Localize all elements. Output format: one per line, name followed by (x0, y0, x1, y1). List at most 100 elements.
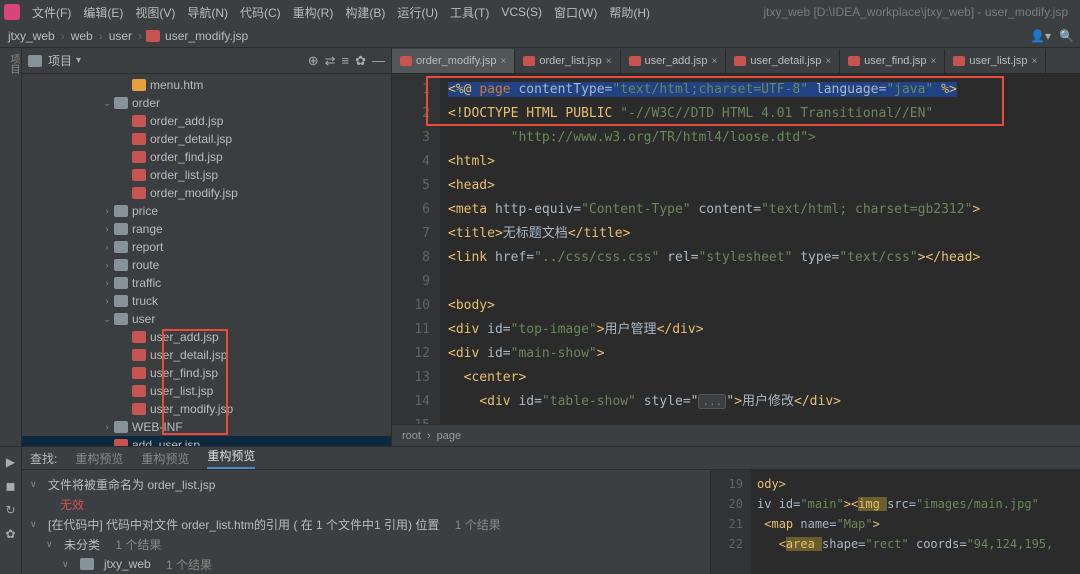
refresh-icon[interactable]: ↻ (5, 503, 15, 517)
tree-item-order_detail-jsp[interactable]: order_detail.jsp (22, 130, 391, 148)
tree-item-user_find-jsp[interactable]: user_find.jsp (22, 364, 391, 382)
jsp-icon (132, 187, 146, 199)
menu-code[interactable]: 代码(C) (234, 4, 287, 21)
menu-window[interactable]: 窗口(W) (548, 4, 603, 21)
tree-item-price[interactable]: ›price (22, 202, 391, 220)
editor-tab-user_find-jsp[interactable]: user_find.jsp× (840, 49, 945, 73)
gear-icon[interactable]: ✿ (5, 527, 15, 541)
editor-tab-user_add-jsp[interactable]: user_add.jsp× (621, 49, 727, 73)
menu-help[interactable]: 帮助(H) (603, 4, 656, 21)
user-icon[interactable]: 👤▾ (1030, 29, 1051, 43)
editor-tab-order_modify-jsp[interactable]: order_modify.jsp× (392, 49, 515, 73)
tree-item-user_list-jsp[interactable]: user_list.jsp (22, 382, 391, 400)
preview-code[interactable]: ody> iv id="main"><img src="images/main.… (751, 470, 1080, 574)
close-icon[interactable]: × (606, 56, 612, 67)
jsp-file-icon (953, 56, 965, 66)
editor-tab-user_detail-jsp[interactable]: user_detail.jsp× (726, 49, 840, 73)
collapse-icon[interactable]: ≡ (342, 53, 350, 69)
close-icon[interactable]: × (1031, 56, 1037, 67)
refactor-preview-list[interactable]: ∨文件将被重命名为 order_list.jsp 无效 ∨[在代码中] 代码中对… (22, 470, 710, 574)
close-icon[interactable]: × (501, 56, 507, 67)
tree-item-truck[interactable]: ›truck (22, 292, 391, 310)
collapse-icon[interactable]: ∨ (30, 519, 42, 530)
menu-tools[interactable]: 工具(T) (444, 4, 495, 21)
expand-icon[interactable]: ⇄ (325, 53, 336, 69)
crumb-web[interactable]: web (69, 29, 95, 43)
tree-item-user[interactable]: ⌄user (22, 310, 391, 328)
tool-window-stripe-left[interactable]: 项目 (0, 48, 22, 446)
menu-file[interactable]: 文件(F) (26, 4, 77, 21)
folder-icon (114, 421, 128, 433)
tree-item-traffic[interactable]: ›traffic (22, 274, 391, 292)
crumb-root-code[interactable]: root (402, 430, 421, 442)
hide-icon[interactable]: — (372, 53, 385, 69)
refactor-tab-2[interactable]: 重构预览 (141, 450, 189, 467)
collapse-icon[interactable]: ∨ (46, 539, 58, 550)
menu-vcs[interactable]: VCS(S) (495, 5, 548, 19)
line-gutter: 123456789101112131415 (392, 74, 440, 424)
menu-view[interactable]: 视图(V) (129, 4, 181, 21)
project-tree[interactable]: menu.htm⌄orderorder_add.jsporder_detail.… (22, 74, 391, 446)
tree-item-order_find-jsp[interactable]: order_find.jsp (22, 148, 391, 166)
tree-item-order_add-jsp[interactable]: order_add.jsp (22, 112, 391, 130)
refactor-tab-3[interactable]: 重构预览 (207, 447, 255, 469)
close-icon[interactable]: × (712, 56, 718, 67)
proj-label[interactable]: jtxy_web (104, 557, 151, 571)
tree-item-user_add-jsp[interactable]: user_add.jsp (22, 328, 391, 346)
crumb-user[interactable]: user (107, 29, 134, 43)
folder-icon (80, 558, 94, 570)
menu-build[interactable]: 构建(B) (339, 4, 391, 21)
tree-item-WEB-INF[interactable]: ›WEB-INF (22, 418, 391, 436)
jsp-icon (132, 115, 146, 127)
tree-item-route[interactable]: ›route (22, 256, 391, 274)
jsp-icon (114, 439, 128, 446)
menu-nav[interactable]: 导航(N) (181, 4, 234, 21)
breadcrumb: jtxy_web › web › user › user_modify.jsp … (0, 24, 1080, 48)
refactor-tab-1[interactable]: 重构预览 (75, 450, 123, 467)
run-icon[interactable]: ▶ (6, 455, 15, 469)
folder-icon (114, 295, 128, 307)
tree-item-menu-htm[interactable]: menu.htm (22, 76, 391, 94)
uncat-label[interactable]: 未分类 (64, 536, 100, 553)
bottom-tool-stripe: ▶ ◼ ↻ ✿ (0, 447, 22, 574)
jsp-icon (132, 151, 146, 163)
stop-icon[interactable]: ◼ (6, 479, 16, 493)
tree-item-user_detail-jsp[interactable]: user_detail.jsp (22, 346, 391, 364)
collapse-icon[interactable]: ∨ (62, 559, 74, 570)
menu-edit[interactable]: 编辑(E) (77, 4, 129, 21)
preview-code-pane: 19202122 ody> iv id="main"><img src="ima… (710, 470, 1080, 574)
menubar: 文件(F) 编辑(E) 视图(V) 导航(N) 代码(C) 重构(R) 构建(B… (0, 0, 1080, 24)
search-icon[interactable]: 🔍 (1059, 29, 1074, 43)
folder-icon (114, 205, 128, 217)
crumb-root[interactable]: jtxy_web (6, 29, 57, 43)
code-area[interactable]: <%@ page contentType="text/html;charset=… (440, 74, 1080, 424)
toolbar-right-icons: 👤▾ 🔍 (1030, 29, 1074, 43)
folder-icon (114, 277, 128, 289)
tree-item-add_user-jsp[interactable]: add_user.jsp (22, 436, 391, 446)
collapse-icon[interactable]: ∨ (30, 479, 42, 490)
tree-item-user_modify-jsp[interactable]: user_modify.jsp (22, 400, 391, 418)
project-header-title[interactable]: 项目 (48, 52, 72, 69)
editor-tab-order_list-jsp[interactable]: order_list.jsp× (515, 49, 620, 73)
chevron-down-icon[interactable]: ▾ (76, 55, 81, 66)
tree-item-report[interactable]: ›report (22, 238, 391, 256)
gear-icon[interactable]: ✿ (355, 53, 366, 69)
editor-tab-user_list-jsp[interactable]: user_list.jsp× (945, 49, 1046, 73)
tree-item-range[interactable]: ›range (22, 220, 391, 238)
tree-item-order_modify-jsp[interactable]: order_modify.jsp (22, 184, 391, 202)
menu-run[interactable]: 运行(U) (391, 4, 444, 21)
crumb-page-code[interactable]: page (437, 430, 461, 442)
crumb-file[interactable]: user_modify.jsp (163, 29, 250, 43)
close-icon[interactable]: × (931, 56, 937, 67)
chevron-right-icon: › (95, 29, 107, 43)
folder-icon (114, 97, 128, 109)
folder-icon (28, 55, 42, 67)
menu-refactor[interactable]: 重构(R) (287, 4, 340, 21)
usage-line[interactable]: [在代码中] 代码中对文件 order_list.htm的引用 ( 在 1 个文… (48, 516, 439, 533)
tree-item-order_list-jsp[interactable]: order_list.jsp (22, 166, 391, 184)
close-icon[interactable]: × (825, 56, 831, 67)
jsp-icon (132, 133, 146, 145)
target-icon[interactable]: ⊕ (308, 53, 319, 69)
tree-item-order[interactable]: ⌄order (22, 94, 391, 112)
preview-gutter: 19202122 (711, 470, 751, 574)
